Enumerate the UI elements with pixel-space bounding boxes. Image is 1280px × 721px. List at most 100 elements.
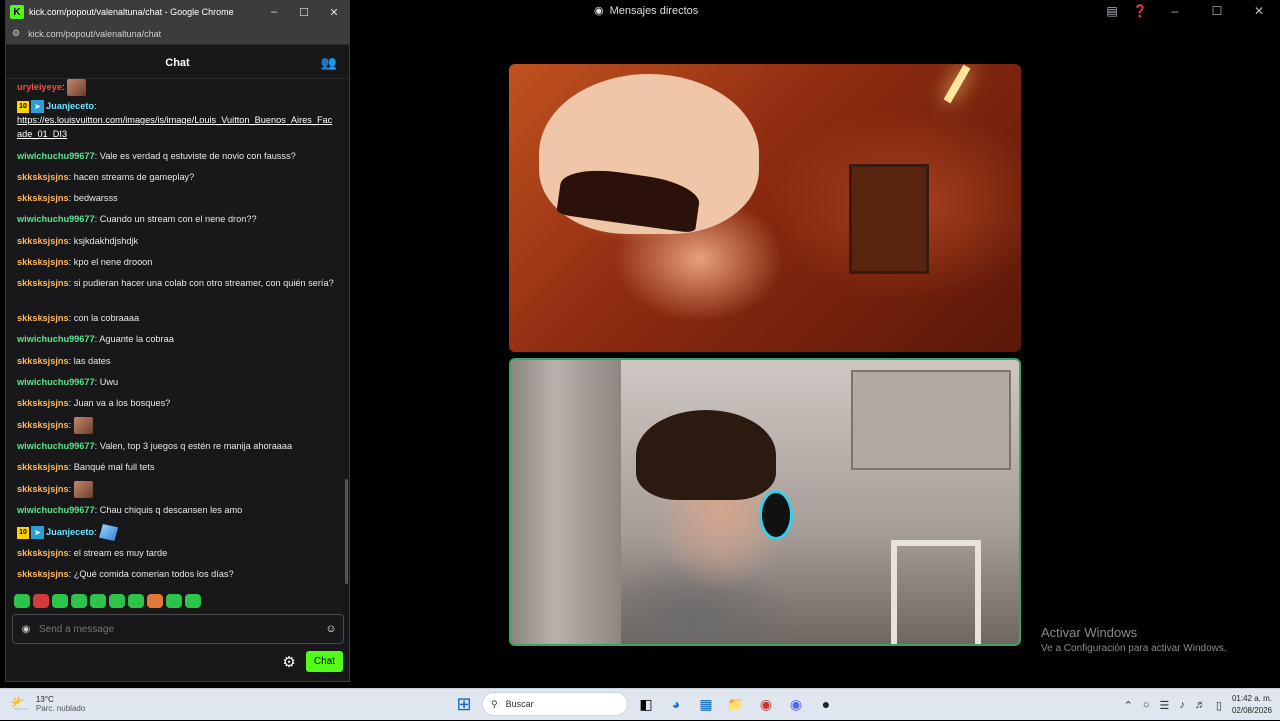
- chat-message: skksksjsjns: ksjkdakhdjshdjk: [17, 236, 139, 246]
- chat-text: Chau chiquis q descansen les amo: [99, 505, 243, 515]
- chat-username[interactable]: skksksjsjns: [17, 257, 69, 267]
- send-chat-button[interactable]: Chat: [305, 651, 343, 672]
- chat-username[interactable]: skksksjsjns: [17, 569, 69, 579]
- chat-text: Vale es verdad q estuviste de novio con …: [99, 151, 296, 161]
- emote-button[interactable]: [14, 594, 30, 608]
- site-info-icon[interactable]: ⚙: [12, 28, 20, 39]
- chat-username[interactable]: uryleiyeye: [17, 82, 62, 92]
- subscriber-badge-icon: ➤: [31, 100, 44, 114]
- chat-username[interactable]: skksksjsjns: [17, 193, 69, 203]
- chrome-minimize-button[interactable]: –: [259, 1, 289, 23]
- search-placeholder: Buscar: [505, 699, 534, 709]
- chat-username[interactable]: wiwichuchu99677: [17, 505, 95, 515]
- emote-button[interactable]: [109, 594, 125, 608]
- chat-message: wiwichuchu99677: Uwu: [17, 377, 119, 387]
- chat-username[interactable]: skksksjsjns: [17, 313, 69, 323]
- inbox-icon[interactable]: ▤: [1098, 0, 1126, 22]
- message-input[interactable]: [39, 623, 319, 635]
- emote-button[interactable]: [166, 594, 182, 608]
- chat-message-list[interactable]: uryleiyeye: 10 ➤ Juanjeceto: https://es.lo…: [6, 79, 344, 587]
- chat-username[interactable]: skksksjsjns: [17, 462, 69, 472]
- clock[interactable]: 01:42 a. m. 02/08/2026: [1232, 693, 1272, 717]
- chat-header: Chat 👥: [6, 47, 349, 79]
- network-icon[interactable]: ○: [1143, 699, 1150, 711]
- chrome-maximize-button[interactable]: ☐: [289, 1, 319, 23]
- chat-message: skksksjsjns: el stream es muy tarde: [17, 548, 168, 558]
- chrome-title-bar[interactable]: K kick.com/popout/valenaltuna/chat - Goo…: [6, 1, 349, 23]
- chat-text: el stream es muy tarde: [73, 548, 168, 558]
- chat-username[interactable]: skksksjsjns: [17, 548, 69, 558]
- windows-start-icon[interactable]: ⊞: [452, 692, 476, 716]
- chat-username[interactable]: skksksjsjns: [17, 356, 69, 366]
- chat-username[interactable]: skksksjsjns: [17, 420, 69, 430]
- video-tile-bottom-speaking[interactable]: [509, 358, 1021, 646]
- shield-icon[interactable]: ◉: [13, 624, 39, 635]
- chat-username[interactable]: wiwichuchu99677: [17, 377, 95, 387]
- chat-username[interactable]: Juanjeceto: [46, 527, 94, 537]
- help-icon[interactable]: ❓: [1126, 0, 1154, 22]
- chat-message: wiwichuchu99677: Cuando un stream con el…: [17, 214, 257, 224]
- user-list-icon[interactable]: 👥: [321, 55, 337, 71]
- battery-icon[interactable]: ▯: [1216, 699, 1222, 712]
- chat-username[interactable]: skksksjsjns: [17, 398, 69, 408]
- chat-username[interactable]: wiwichuchu99677: [17, 214, 95, 224]
- chat-text: kpo el nene drooon: [73, 257, 153, 267]
- emote-button[interactable]: [185, 594, 201, 608]
- tree-painting: [851, 370, 1011, 470]
- emote-button[interactable]: [71, 594, 87, 608]
- chat-message: skksksjsjns:: [17, 481, 335, 498]
- emote-image: [67, 79, 87, 96]
- system-tray: ⌃ ○ ☰ ♪ ♬ ▯ 01:42 a. m. 02/08/2026: [1124, 689, 1280, 721]
- search-icon: ⚲: [491, 698, 498, 709]
- discord-taskbar-icon[interactable]: ◉: [784, 692, 808, 716]
- store-icon[interactable]: ▦: [694, 692, 718, 716]
- gear-icon[interactable]: ⚙: [282, 653, 295, 671]
- chat-title: Chat: [165, 56, 190, 69]
- minimize-button[interactable]: –: [1154, 0, 1196, 22]
- chat-text: Banqué mal full tets: [73, 462, 155, 472]
- chat-username[interactable]: Juanjeceto: [46, 101, 94, 111]
- file-explorer-icon[interactable]: 📁: [724, 692, 748, 716]
- chat-username[interactable]: wiwichuchu99677: [17, 441, 95, 451]
- chat-text: si pudieran hacer una colab con otro str…: [73, 278, 334, 288]
- chat-username[interactable]: skksksjsjns: [17, 278, 69, 288]
- chat-link[interactable]: https://es.louisvuitton.com/images/is/im…: [17, 115, 332, 139]
- wifi-icon[interactable]: ☰: [1160, 699, 1170, 712]
- chat-username[interactable]: wiwichuchu99677: [17, 151, 95, 161]
- clock-time: 01:42 a. m.: [1231, 694, 1272, 703]
- video-tile-top[interactable]: [509, 64, 1021, 352]
- edge-icon[interactable]: ◕: [664, 692, 688, 716]
- chat-username[interactable]: skksksjsjns: [17, 236, 69, 246]
- chat-scrollbar[interactable]: [345, 479, 348, 584]
- emoji-icon[interactable]: ☺: [319, 623, 343, 635]
- close-button[interactable]: ✕: [1238, 0, 1280, 22]
- microphone-icon[interactable]: ♪: [1179, 699, 1185, 711]
- emote-button[interactable]: [90, 594, 106, 608]
- emote-button[interactable]: [147, 594, 163, 608]
- chat-username[interactable]: skksksjsjns: [17, 172, 69, 182]
- chrome-close-button[interactable]: ✕: [319, 1, 349, 23]
- activate-line-1: Activar Windows: [1041, 625, 1138, 640]
- emote-button[interactable]: [128, 594, 144, 608]
- emote-button[interactable]: [52, 594, 68, 608]
- obs-icon[interactable]: ●: [814, 692, 838, 716]
- subscriber-badge-icon: ➤: [31, 526, 44, 539]
- weather-temp: 13°C: [35, 695, 54, 704]
- partly-cloudy-icon: ⛅: [10, 696, 30, 713]
- chevron-up-icon[interactable]: ⌃: [1124, 699, 1133, 712]
- volume-icon[interactable]: ♬: [1195, 699, 1206, 711]
- chat-message: skksksjsjns: las dates: [17, 356, 111, 366]
- chat-message: 10 ➤ Juanjeceto:: [17, 99, 335, 114]
- chat-username[interactable]: wiwichuchu99677: [17, 334, 95, 344]
- address-bar[interactable]: ⚙ kick.com/popout/valenaltuna/chat: [6, 23, 349, 45]
- taskbar-search[interactable]: ⚲ Buscar: [482, 692, 628, 716]
- chrome-icon[interactable]: ◉: [754, 692, 778, 716]
- discord-title-text: Mensajes directos: [609, 4, 699, 17]
- emote-button[interactable]: [33, 594, 49, 608]
- weather-desc: Parc. nublado: [35, 704, 86, 713]
- maximize-button[interactable]: ☐: [1196, 0, 1238, 22]
- lamp-light: [943, 64, 971, 104]
- weather-widget[interactable]: ⛅ 13°C Parc. nublado: [10, 694, 85, 714]
- chat-username[interactable]: skksksjsjns: [17, 484, 69, 494]
- task-view-icon[interactable]: ◧: [634, 692, 658, 716]
